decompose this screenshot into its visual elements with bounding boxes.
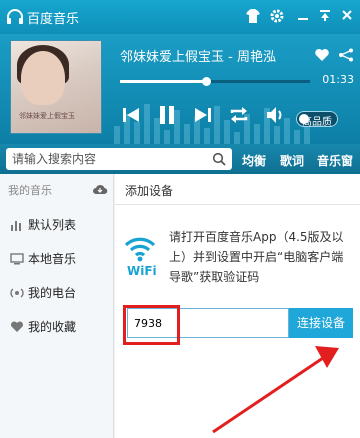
search-input[interactable]: [12, 150, 202, 168]
add-device-panel: 添加设备 WiFi 请打开百度音乐App（4.5版及以上）并到设置中开启“电脑客…: [115, 174, 360, 438]
app-title: 百度音乐: [27, 12, 80, 27]
heart-icon: [10, 321, 24, 332]
title-bar: 百度音乐: [0, 0, 360, 34]
sidebar-item-default-list[interactable]: 默认列表: [0, 208, 114, 242]
loop-mode-icon[interactable]: [228, 104, 250, 126]
like-heart-icon[interactable]: [314, 48, 330, 62]
volume-icon[interactable]: [264, 104, 286, 126]
nav-equalizer[interactable]: 均衡: [242, 152, 266, 169]
next-track-icon[interactable]: [192, 104, 214, 126]
sidebar-item-local-music[interactable]: 本地音乐: [0, 242, 114, 276]
album-cover[interactable]: 邻妹妹爱上假宝玉: [10, 40, 102, 134]
minimize-button[interactable]: [294, 8, 312, 26]
search-bar: 均衡 歌词 音乐窗: [0, 144, 360, 174]
monitor-icon: [10, 253, 24, 265]
radio-icon: [10, 288, 24, 298]
sidebar: 我的音乐 默认列表 本地音乐 我的电台 我的收藏: [0, 174, 114, 438]
sidebar-item-my-favorites[interactable]: 我的收藏: [0, 310, 114, 344]
annotation-highlight-box: [123, 305, 180, 345]
quality-label: 高品质: [302, 117, 332, 128]
settings-gear-icon[interactable]: [268, 8, 286, 26]
progress-track[interactable]: [120, 77, 310, 86]
wifi-icon: [124, 237, 156, 262]
progress-fill: [120, 80, 206, 83]
player-panel: 邻妹妹爱上假宝玉 邻妹妹爱上假宝玉 - 周艳泓 01:33 高品质: [0, 34, 360, 144]
play-time: 01:33: [322, 73, 354, 86]
bars-icon: [11, 221, 21, 231]
search-icon[interactable]: [212, 152, 226, 166]
divider: [115, 204, 360, 205]
mini-mode-button[interactable]: [316, 8, 334, 26]
previous-track-icon[interactable]: [120, 104, 142, 126]
sidebar-item-label: 我的收藏: [28, 320, 77, 334]
sidebar-item-label: 我的电台: [28, 286, 77, 300]
nav-music-window[interactable]: 音乐窗: [317, 152, 353, 169]
wifi-label: WiFi: [127, 264, 157, 278]
page-title: 添加设备: [125, 184, 174, 198]
sidebar-item-label: 本地音乐: [28, 252, 77, 266]
search-box: [6, 148, 232, 170]
annotation-arrow: [212, 346, 339, 434]
sidebar-header-label: 我的音乐: [8, 184, 52, 197]
sidebar-header: 我的音乐: [0, 174, 114, 204]
pause-icon[interactable]: [156, 104, 178, 126]
nav-lyrics[interactable]: 歌词: [280, 152, 304, 169]
cloud-sync-icon[interactable]: [92, 183, 108, 195]
share-icon[interactable]: [338, 48, 354, 62]
progress-knob[interactable]: [201, 77, 211, 86]
close-button[interactable]: [338, 8, 356, 26]
baidu-music-logo-icon: [7, 9, 23, 24]
skin-icon[interactable]: [244, 8, 262, 26]
album-caption: 邻妹妹爱上假宝玉: [19, 112, 75, 120]
sidebar-item-my-radio[interactable]: 我的电台: [0, 276, 114, 310]
instructions-text: 请打开百度音乐App（4.5版及以上）并到设置中开启“电脑客户端导歌”获取验证码: [169, 230, 344, 284]
album-art-face: [21, 51, 65, 105]
sidebar-item-label: 默认列表: [28, 218, 77, 232]
song-title: 邻妹妹爱上假宝玉 - 周艳泓: [120, 50, 276, 65]
